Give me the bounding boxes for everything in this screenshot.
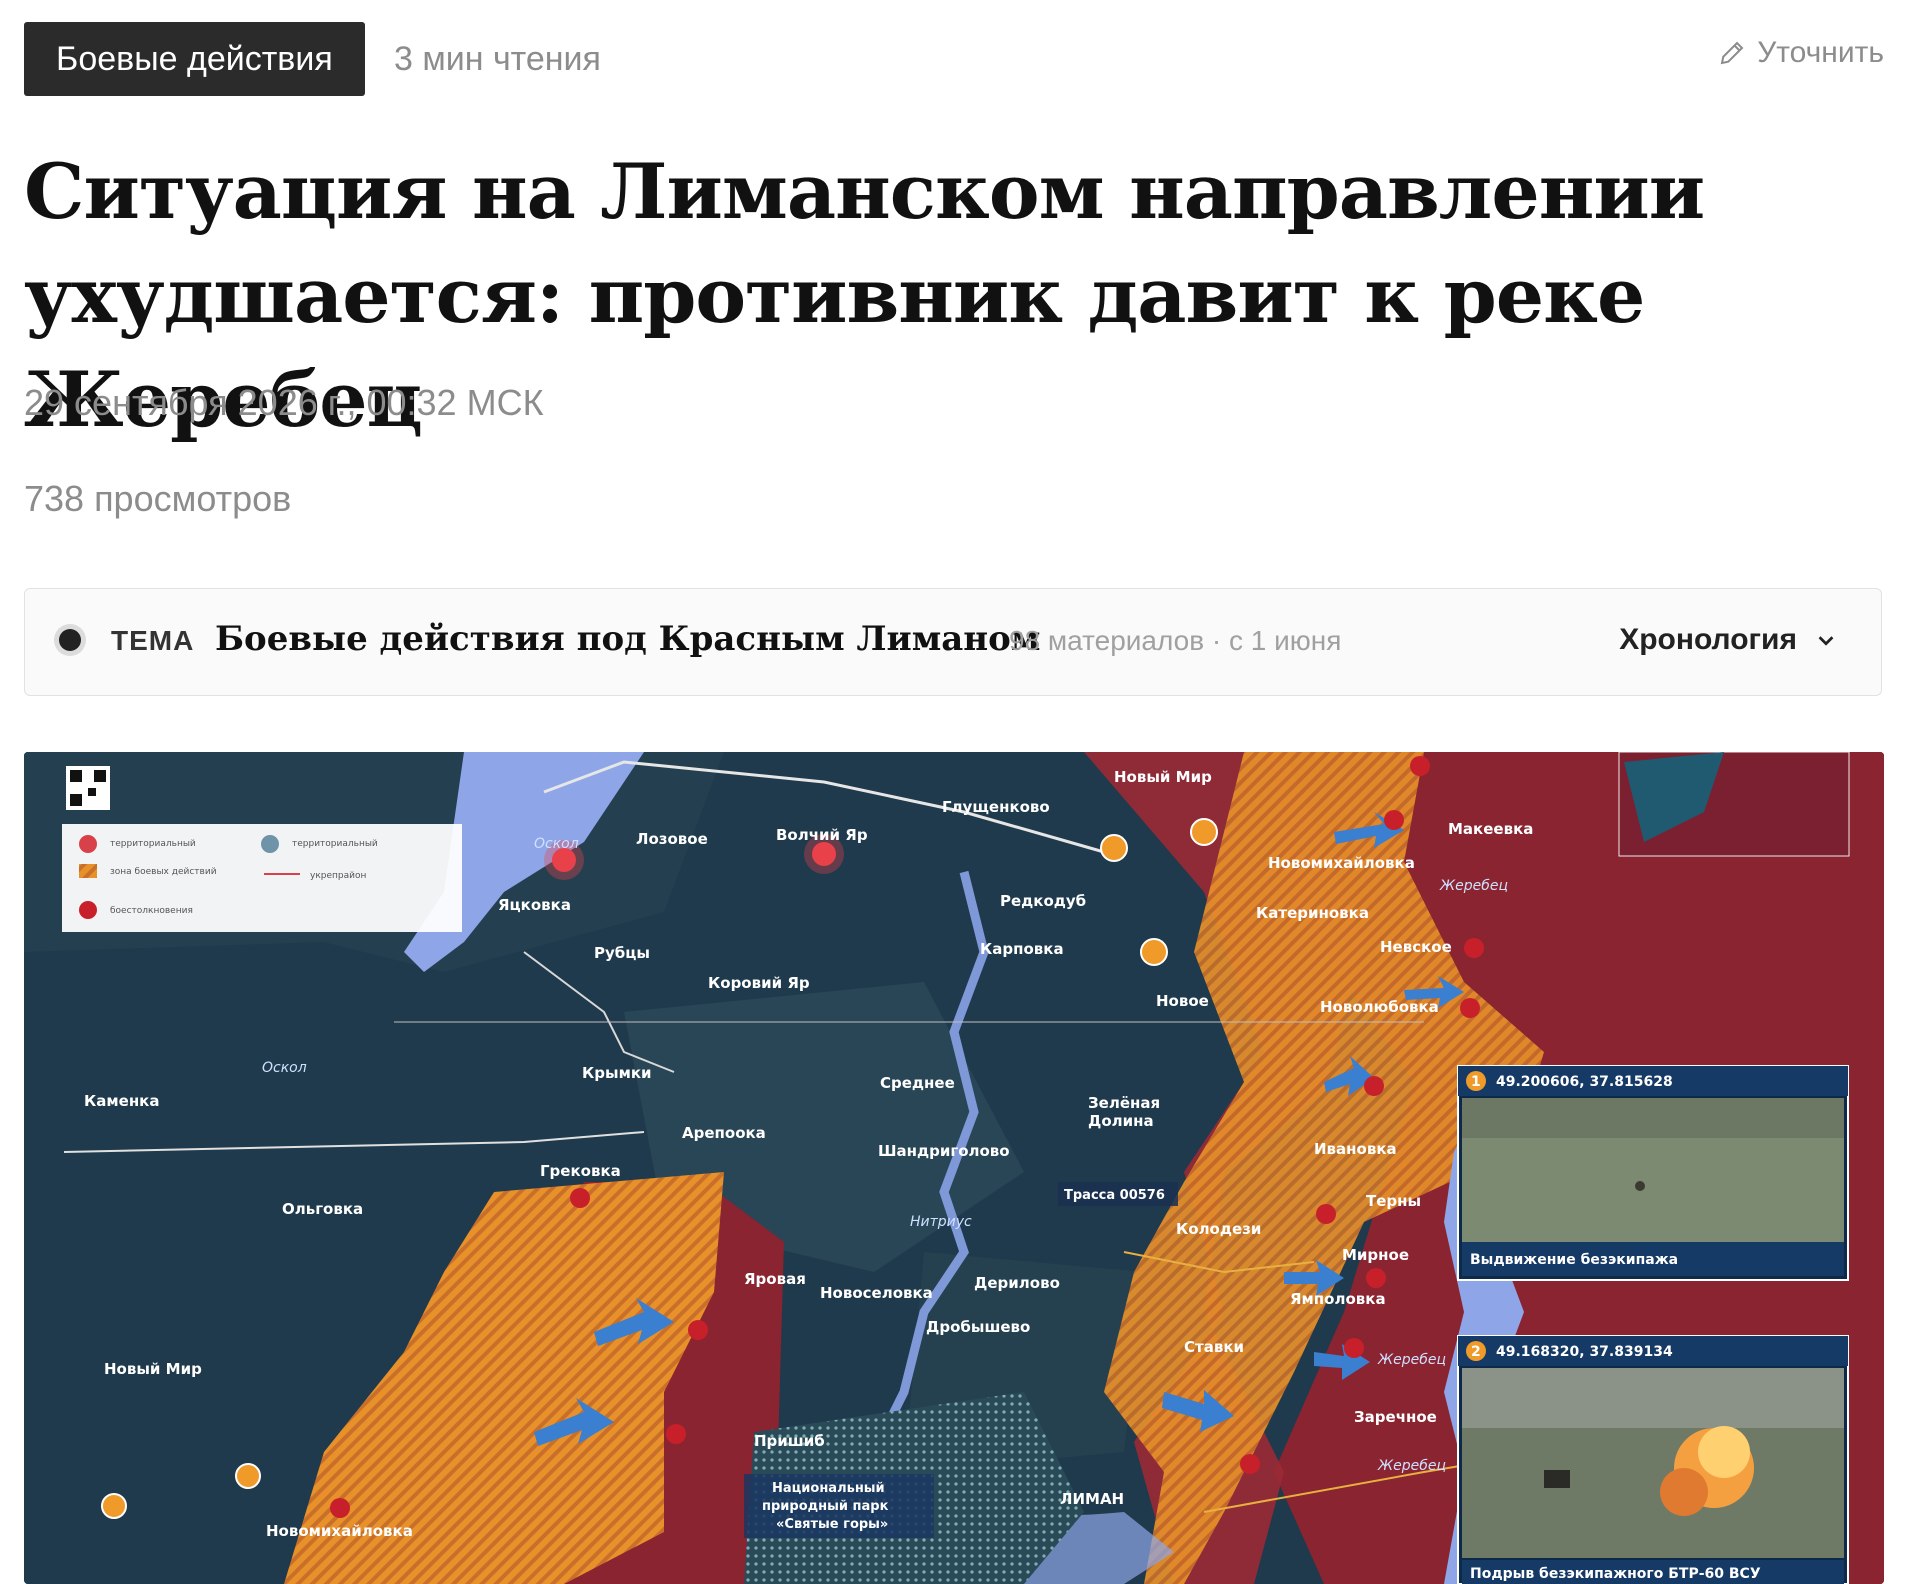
map-label-zelenaya: Зелёная	[1088, 1094, 1160, 1112]
svg-text:зона боевых действий: зона боевых действий	[110, 867, 217, 877]
map-label-terny: Терны	[1366, 1192, 1421, 1210]
map-label-zarechnoe: Заречное	[1354, 1408, 1437, 1426]
map-label-novosel: Новоселовка	[820, 1284, 933, 1302]
map-label-ivanovka: Ивановка	[1314, 1140, 1397, 1158]
map-label-liman: ЛИМАН	[1060, 1490, 1124, 1508]
category-tag[interactable]: Боевые действия	[24, 22, 365, 96]
video-panel-1: 1 49.200606, 37.815628 Выдвижение безэки…	[1457, 1065, 1849, 1281]
map-label-arepovka: Арепоока	[682, 1124, 766, 1142]
map-label-oskol2: Оскол	[262, 1060, 307, 1076]
read-time: 3 мин чтения	[394, 40, 601, 78]
map-label-zherebets3: Жеребец	[1377, 1458, 1446, 1474]
map-label-yampolovka: Ямполовка	[1290, 1290, 1386, 1308]
video1-caption: Выдвижение безэкипажа	[1470, 1252, 1678, 1268]
article-page: Боевые действия 3 мин чтения Уточнить Си…	[0, 0, 1920, 1584]
svg-text:боестолкновения: боестолкновения	[110, 906, 193, 916]
map-label-novomikh2: Новомихайловка	[266, 1522, 413, 1540]
park-label-1: Национальный	[772, 1481, 885, 1496]
video2-coords: 49.168320, 37.839134	[1496, 1344, 1673, 1360]
chronology-label: Хронология	[1619, 623, 1797, 656]
article-map-image: территориальный территориальный зона бое…	[24, 752, 1884, 1584]
topic-bar[interactable]: ТЕМА Боевые действия под Красным Лиманом…	[24, 588, 1882, 696]
map-label-koroviy: Коровий Яр	[708, 974, 810, 992]
park-label-3: «Святые горы»	[776, 1517, 888, 1532]
map-label-krymki: Крымки	[582, 1064, 652, 1082]
chronology-button[interactable]: Хронология	[1619, 623, 1837, 657]
clarify-button[interactable]: Уточнить	[1717, 36, 1884, 70]
map-label-makeevka: Макеевка	[1448, 820, 1533, 838]
map-label-novolyub: Новолюбовка	[1320, 998, 1439, 1016]
video1-coords: 49.200606, 37.815628	[1496, 1074, 1673, 1090]
svg-text:территориальный: территориальный	[110, 839, 196, 849]
park-label-2: природный парк	[762, 1499, 889, 1514]
map-label-yatskovka: Яцковка	[498, 896, 571, 914]
video2-number: 2	[1471, 1344, 1481, 1360]
map-label-mirnoe: Мирное	[1342, 1246, 1409, 1264]
map-label-grekovka: Грековка	[540, 1162, 621, 1180]
map-label-novyimir1: Новый Мир	[1114, 768, 1212, 786]
map-label-nitrius: Нитриус	[910, 1214, 972, 1230]
battle-map: территориальный территориальный зона бое…	[24, 752, 1884, 1584]
map-label-volchiy: Волчий Яр	[776, 826, 868, 844]
map-label-yarovaya: Яровая	[744, 1270, 806, 1288]
topic-title[interactable]: Боевые действия под Красным Лиманом	[215, 619, 1040, 659]
map-label-katerinovka: Катериновка	[1256, 904, 1369, 922]
topic-tag: ТЕМА	[111, 625, 195, 656]
map-label-karpovka: Карповка	[980, 940, 1064, 958]
map-label-stavki: Ставки	[1184, 1338, 1244, 1356]
article-topbar: Боевые действия 3 мин чтения Уточнить	[24, 22, 1884, 96]
map-label-zherebets2: Жеребец	[1377, 1352, 1446, 1368]
map-label-oskol1: Оскол	[534, 836, 579, 852]
map-label-srednee: Среднее	[880, 1074, 955, 1092]
map-label-prishib: Пришиб	[754, 1432, 825, 1450]
map-label-redkodub: Редкодуб	[1000, 892, 1086, 910]
video-panel-2: 2 49.168320, 37.839134 Подрыв безэкипажн…	[1457, 1335, 1849, 1584]
map-label-novyimir2: Новый Мир	[104, 1360, 202, 1378]
svg-text:территориальный: территориальный	[292, 839, 378, 849]
map-label-lozovoe: Лозовое	[636, 830, 708, 848]
map-label-derilovo: Дерилово	[974, 1274, 1060, 1292]
map-label-drobysh: Дробышево	[926, 1318, 1030, 1336]
map-label-novoe: Новое	[1156, 992, 1209, 1010]
map-label-novomikh1: Новомихайловка	[1268, 854, 1415, 872]
map-label-nevskoe: Невское	[1380, 938, 1452, 956]
svg-text:укрепрайон: укрепрайон	[310, 871, 366, 881]
article-date: 29 сентября 2026 г., 00:32 МСК	[24, 382, 544, 423]
map-label-trassa: Трасса 00576	[1064, 1188, 1165, 1203]
map-label-kolodezi: Колодези	[1176, 1220, 1261, 1238]
chevron-down-icon	[1818, 636, 1834, 646]
map-label-kamenka: Каменка	[84, 1092, 159, 1110]
topic-meta: 98 материалов · с 1 июня	[1009, 625, 1342, 656]
pencil-icon	[1720, 41, 1744, 65]
map-label-shandr: Шандриголово	[878, 1142, 1010, 1160]
map-label-rubtsy: Рубцы	[594, 944, 650, 962]
map-label-olgovka: Ольговка	[282, 1200, 363, 1218]
view-count: 738 просмотров	[24, 478, 292, 519]
video1-number: 1	[1471, 1074, 1481, 1090]
map-label-zherebets1: Жеребец	[1439, 878, 1508, 894]
map-label-glush: Глущенково	[942, 798, 1050, 816]
map-label-dolina: Долина	[1088, 1112, 1154, 1130]
topic-dot-icon	[59, 629, 81, 651]
video2-caption: Подрыв безэкипажного БТР-60 ВСУ	[1470, 1566, 1761, 1582]
clarify-label: Уточнить	[1757, 36, 1884, 69]
